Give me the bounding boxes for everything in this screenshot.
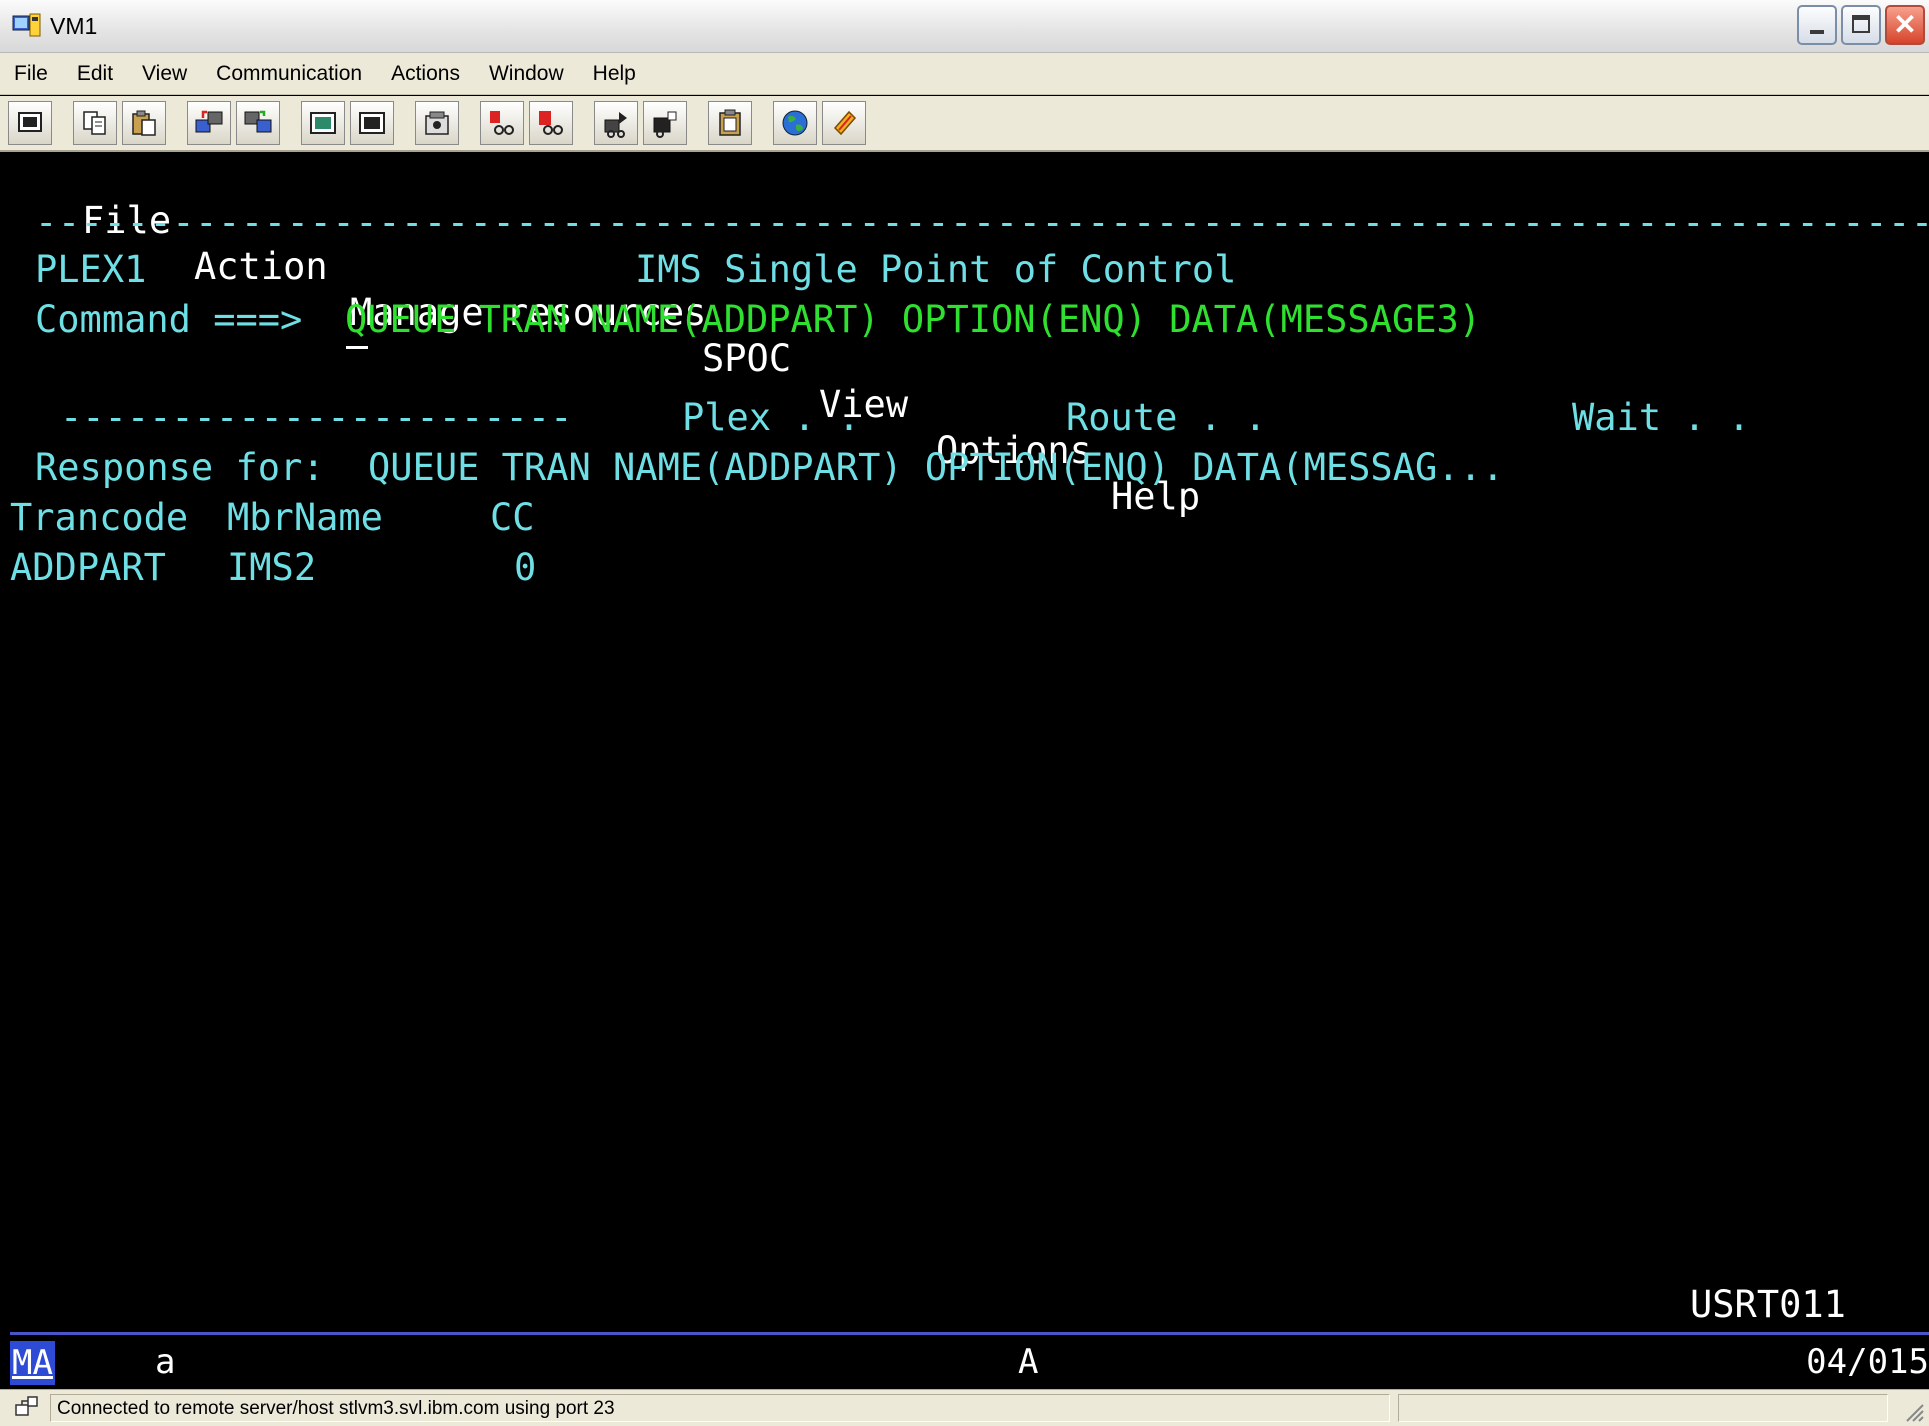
command-input[interactable]: QUEUE TRAN NAME(ADDPART) OPTION(ENQ) DAT… <box>345 297 1481 343</box>
menu-bar: File Edit View Communication Actions Win… <box>0 53 1929 95</box>
paste-button[interactable] <box>122 101 166 145</box>
actionbar-separator: ----------------------------------------… <box>35 201 1929 244</box>
status-message: Connected to remote server/host stlvm3.s… <box>57 1398 615 1419</box>
receive-file-button[interactable] <box>236 101 280 145</box>
menu-communication[interactable]: Communication <box>212 60 366 88</box>
macro-button[interactable] <box>350 101 394 145</box>
disconnect-button[interactable] <box>594 101 638 145</box>
session-id: A <box>1018 1342 1039 1382</box>
actionbar-action[interactable]: Action <box>194 244 328 290</box>
keypad-button[interactable] <box>301 101 345 145</box>
header-mbrname: MbrName <box>227 496 383 539</box>
operator-info-area: MA a A 04/015 <box>10 1335 1929 1389</box>
web-browser-button[interactable] <box>773 101 817 145</box>
menu-actions[interactable]: Actions <box>387 60 464 88</box>
plex-field-label: Plex . . <box>682 396 861 439</box>
macro-icon <box>359 112 385 134</box>
maximize-icon <box>1852 15 1870 33</box>
receive-file-icon <box>244 110 272 133</box>
send-file-icon <box>195 110 223 133</box>
response-command: QUEUE TRAN NAME(ADDPART) OPTION(ENQ) DAT… <box>368 446 1505 489</box>
play-macro-button[interactable] <box>529 101 573 145</box>
cell-cc: 0 <box>514 546 537 589</box>
disconnect-icon <box>604 112 627 138</box>
cell-mbrname: IMS2 <box>227 546 317 589</box>
header-trancode: Trancode <box>10 496 189 539</box>
map-keyboard-button[interactable] <box>822 101 866 145</box>
stop-macro-icon <box>490 111 514 135</box>
clipboard-icon <box>719 109 741 136</box>
user-id: USRT011 <box>1690 1283 1846 1326</box>
route-field-label: Route . . <box>1066 396 1267 439</box>
response-label: Response for: <box>35 446 325 489</box>
paste-icon <box>132 110 156 136</box>
session-indicator: MA <box>10 1341 55 1385</box>
minimize-button[interactable] <box>1797 5 1837 45</box>
display-keypad-icon <box>310 112 336 134</box>
cell-trancode: ADDPART <box>10 546 166 589</box>
terminal-screen[interactable]: File Action Manage resources SPOC View O… <box>10 152 1929 1332</box>
copy-button[interactable] <box>73 101 117 145</box>
status-bar: Connected to remote server/host stlvm3.s… <box>0 1389 1929 1426</box>
maximize-button[interactable] <box>1841 5 1881 45</box>
print-screen-icon <box>18 112 42 132</box>
wait-field-label: Wait . . <box>1572 396 1751 439</box>
menu-help[interactable]: Help <box>589 60 640 88</box>
record-macro-icon <box>425 111 449 135</box>
status-message-panel: Connected to remote server/host stlvm3.s… <box>50 1394 1390 1422</box>
connect-button[interactable] <box>643 101 687 145</box>
minimize-icon <box>1810 30 1824 34</box>
connection-status-icon <box>15 1396 38 1416</box>
window-title: VM1 <box>50 13 98 39</box>
connect-icon <box>653 111 677 138</box>
status-secondary-panel <box>1398 1394 1888 1422</box>
resize-grip-icon[interactable] <box>1901 1399 1925 1423</box>
menu-window[interactable]: Window <box>485 60 568 88</box>
copy-icon <box>83 111 106 135</box>
header-cc: CC <box>490 496 535 539</box>
toolbar <box>0 96 1929 152</box>
plex-name: PLEX1 <box>35 248 147 291</box>
text-cursor <box>346 346 368 349</box>
send-file-button[interactable] <box>187 101 231 145</box>
clipboard-button[interactable] <box>708 101 752 145</box>
terminal-app-icon[interactable] <box>12 12 42 38</box>
menu-edit[interactable]: Edit <box>73 60 117 88</box>
close-button[interactable]: ✕ <box>1885 5 1925 45</box>
close-icon: ✕ <box>1893 9 1917 40</box>
params-dashes: ----------------------- <box>60 396 573 439</box>
cursor-position: 04/015 <box>1806 1342 1929 1382</box>
play-macro-icon <box>539 111 563 135</box>
web-globe-icon <box>782 110 808 136</box>
print-screen-button[interactable] <box>8 101 52 145</box>
map-key-icon <box>833 110 857 136</box>
title-bar: VM1 ✕ <box>0 0 1929 53</box>
command-label: Command ===> <box>35 298 303 341</box>
session-char: a <box>155 1342 176 1382</box>
page-title: IMS Single Point of Control <box>635 248 1237 291</box>
menu-view[interactable]: View <box>138 60 191 88</box>
record-macro-button[interactable] <box>415 101 459 145</box>
stop-macro-button[interactable] <box>480 101 524 145</box>
menu-file[interactable]: File <box>10 60 52 88</box>
